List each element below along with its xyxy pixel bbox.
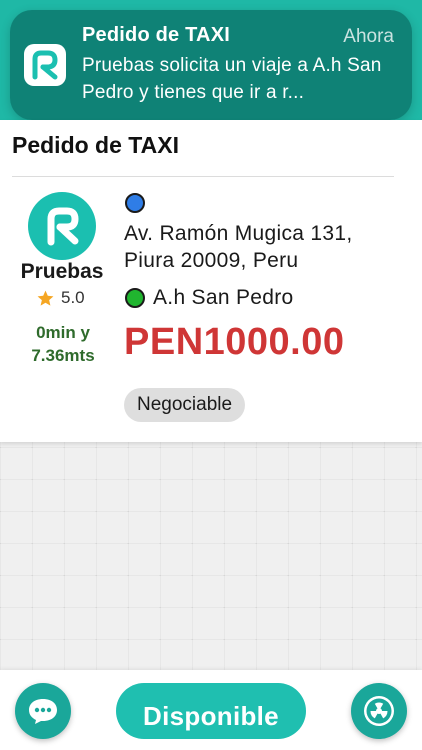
notification-title: Pedido de TAXI <box>82 24 230 46</box>
order-card[interactable]: Pedido de TAXI Pruebas 5.0 0min y 7.36mts… <box>0 120 422 442</box>
screen: Pedido de TAXI Ahora Pruebas solicita un… <box>0 0 422 750</box>
rating-value: 5.0 <box>61 288 85 307</box>
star-icon <box>37 290 54 306</box>
notification-body: Pruebas solicita un viaje a A.h San Pedr… <box>82 55 382 103</box>
negotiable-badge: Negociable <box>124 388 246 422</box>
price: PEN1000.00 <box>124 321 345 363</box>
chat-icon <box>29 699 57 724</box>
radiation-button[interactable] <box>351 683 407 739</box>
notification-time: Ahora <box>343 26 394 47</box>
destination-address: A.h San Pedro <box>153 286 294 309</box>
eta-line: 7.36mts <box>31 346 95 365</box>
order-title: Pedido de TAXI <box>12 132 179 158</box>
chat-button[interactable] <box>15 683 71 739</box>
user-name: Pruebas <box>20 260 104 283</box>
eta-line: 0min y <box>36 323 90 342</box>
radiation-icon <box>364 696 394 726</box>
avatar <box>28 192 96 260</box>
origin-dot-icon <box>125 193 145 213</box>
origin-address: Av. Ramón Mugica 131, Piura 20009, Peru <box>124 222 353 272</box>
destination-dot-icon <box>125 288 145 308</box>
user-rating: 5.0 <box>36 287 85 309</box>
available-button[interactable]: Disponible <box>116 683 306 739</box>
app-logo-icon <box>24 44 66 86</box>
available-label: Disponible <box>143 701 279 731</box>
push-notification[interactable]: Pedido de TAXI Ahora Pruebas solicita un… <box>10 10 412 120</box>
divider <box>12 176 394 177</box>
eta-text: 0min y 7.36mts <box>12 321 114 367</box>
